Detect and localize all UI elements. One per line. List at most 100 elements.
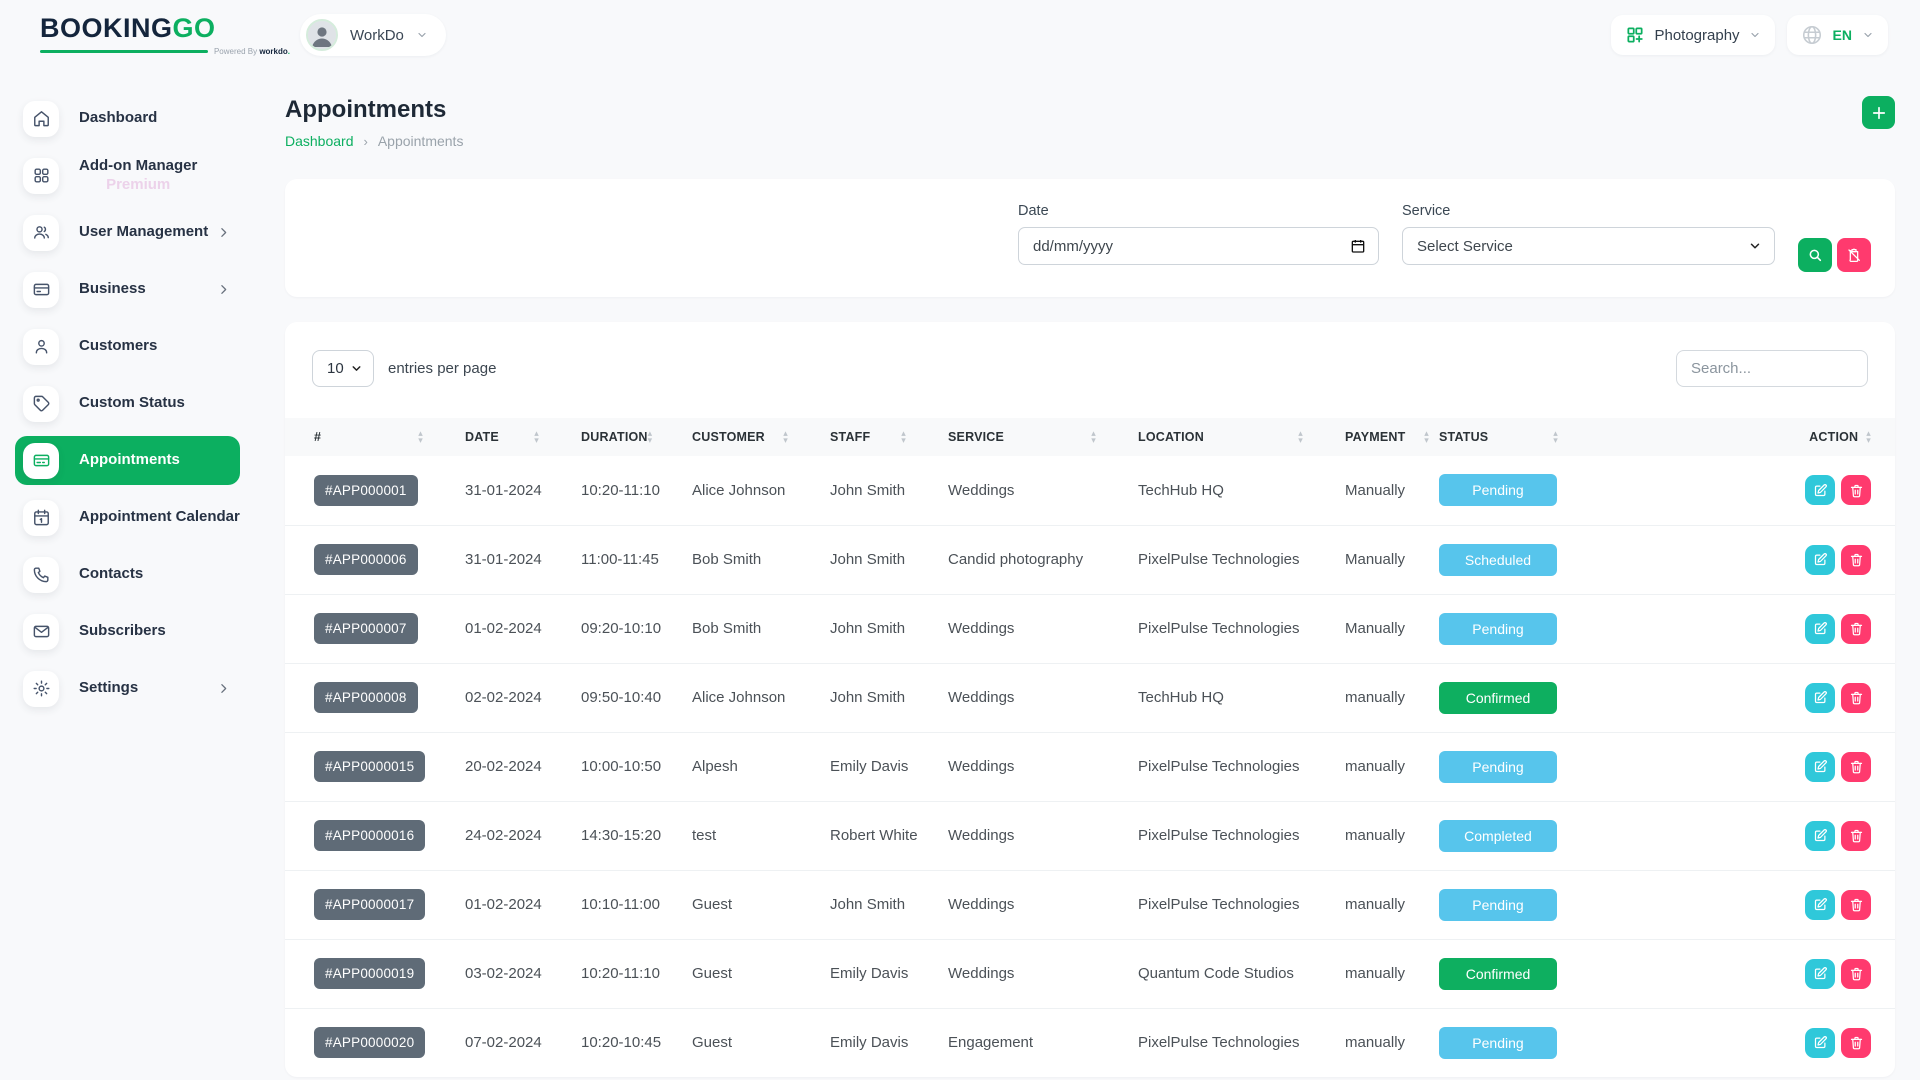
edit-appointment-button[interactable]	[1805, 890, 1835, 920]
sidebar-item-settings[interactable]: Settings	[0, 660, 285, 717]
add-appointment-button[interactable]	[1862, 96, 1895, 129]
sidebar-item-label: Add-on ManagerPremium	[79, 157, 197, 195]
status-badge: Completed	[1439, 820, 1557, 852]
delete-appointment-button[interactable]	[1841, 475, 1871, 505]
column-header-payment[interactable]: PAYMENT▴▾	[1345, 418, 1439, 456]
breadcrumb-dashboard-link[interactable]: Dashboard	[285, 133, 354, 149]
cell-customer: test	[692, 801, 830, 870]
cell-duration: 11:00-11:45	[581, 525, 692, 594]
brand-underline	[40, 50, 208, 53]
appointment-id-badge: #APP0000015	[314, 751, 425, 782]
apply-filter-button[interactable]	[1798, 238, 1832, 272]
edit-appointment-button[interactable]	[1805, 752, 1835, 782]
breadcrumb-separator: ›	[364, 134, 368, 149]
trash-icon	[1849, 828, 1864, 843]
cell-location: PixelPulse Technologies	[1138, 1008, 1345, 1077]
cell-date: 02-02-2024	[465, 663, 581, 732]
chevron-down-icon	[350, 362, 363, 375]
cell-location: PixelPulse Technologies	[1138, 870, 1345, 939]
sidebar-item-subscribers[interactable]: Subscribers	[0, 603, 285, 660]
chevron-down-icon	[1748, 239, 1762, 253]
sidebar-item-dashboard[interactable]: Dashboard	[0, 90, 285, 147]
table-row: #APP0000020 07-02-2024 10:20-10:45 Guest…	[285, 1008, 1895, 1077]
edit-pencil-icon	[1813, 621, 1828, 636]
language-switcher[interactable]: EN	[1787, 15, 1888, 55]
column-header-status[interactable]: STATUS▴▾	[1439, 418, 1600, 456]
edit-appointment-button[interactable]	[1805, 614, 1835, 644]
search-icon	[1807, 247, 1823, 263]
clear-filter-icon	[1846, 247, 1862, 263]
delete-appointment-button[interactable]	[1841, 890, 1871, 920]
edit-pencil-icon	[1813, 1035, 1828, 1050]
date-input[interactable]	[1033, 238, 1364, 255]
cell-payment: Manually	[1345, 594, 1439, 663]
edit-appointment-button[interactable]	[1805, 475, 1835, 505]
appointments-table: #▴▾DATE▴▾DURATION▴▾CUSTOMER▴▾STAFF▴▾SERV…	[285, 418, 1895, 1077]
sidebar-item-appointment-calendar[interactable]: Appointment Calendar	[0, 489, 285, 546]
main-content: Appointments Dashboard › Appointments Da…	[285, 70, 1920, 1080]
entries-per-page-value: 10	[327, 360, 344, 377]
delete-appointment-button[interactable]	[1841, 683, 1871, 713]
column-header-staff[interactable]: STAFF▴▾	[830, 418, 948, 456]
column-header-customer[interactable]: CUSTOMER▴▾	[692, 418, 830, 456]
column-header-date[interactable]: DATE▴▾	[465, 418, 581, 456]
service-select[interactable]: Select Service	[1402, 227, 1775, 265]
service-filter-label: Service	[1402, 203, 1775, 219]
sidebar-item-label: Dashboard	[79, 109, 157, 128]
sidebar-item-label: Contacts	[79, 565, 143, 584]
edit-appointment-button[interactable]	[1805, 821, 1835, 851]
column-label: DURATION	[581, 430, 648, 444]
column-header-duration[interactable]: DURATION▴▾	[581, 418, 692, 456]
sidebar-item-label: Appointments	[79, 451, 180, 470]
edit-appointment-button[interactable]	[1805, 545, 1835, 575]
delete-appointment-button[interactable]	[1841, 545, 1871, 575]
sidebar-item-customers[interactable]: Customers	[0, 318, 285, 375]
sidebar-item-custom-status[interactable]: Custom Status	[0, 375, 285, 432]
service-select-value: Select Service	[1417, 238, 1513, 255]
sidebar-item-business[interactable]: Business	[0, 261, 285, 318]
cell-location: Quantum Code Studios	[1138, 939, 1345, 1008]
sidebar-item-contacts[interactable]: Contacts	[0, 546, 285, 603]
status-badge: Confirmed	[1439, 682, 1557, 714]
workspace-switcher[interactable]: WorkDo	[300, 14, 446, 56]
delete-appointment-button[interactable]	[1841, 821, 1871, 851]
column-header-action[interactable]: ACTION▴▾	[1600, 418, 1895, 456]
date-filter-input[interactable]	[1018, 227, 1379, 265]
column-header-id[interactable]: #▴▾	[285, 418, 465, 456]
edit-pencil-icon	[1813, 759, 1828, 774]
table-search-input[interactable]	[1676, 350, 1868, 387]
cell-date: 24-02-2024	[465, 801, 581, 870]
chevron-down-icon	[1862, 29, 1874, 41]
cell-duration: 09:20-10:10	[581, 594, 692, 663]
cell-date: 01-02-2024	[465, 870, 581, 939]
appointment-id-badge: #APP000007	[314, 613, 418, 644]
table-row: #APP0000016 24-02-2024 14:30-15:20 test …	[285, 801, 1895, 870]
edit-appointment-button[interactable]	[1805, 1028, 1835, 1058]
delete-appointment-button[interactable]	[1841, 1028, 1871, 1058]
entries-per-page-label: entries per page	[388, 360, 496, 377]
sidebar-item-appointments[interactable]: Appointments	[0, 432, 285, 489]
delete-appointment-button[interactable]	[1841, 959, 1871, 989]
edit-pencil-icon	[1813, 828, 1828, 843]
brand-powered-by: Powered By workdo.	[214, 47, 290, 56]
column-header-location[interactable]: LOCATION▴▾	[1138, 418, 1345, 456]
chevron-down-icon	[1749, 29, 1761, 41]
cell-service: Weddings	[948, 663, 1138, 732]
module-switcher[interactable]: Photography	[1611, 15, 1774, 55]
cell-duration: 10:10-11:00	[581, 870, 692, 939]
credit-card-icon	[23, 272, 59, 308]
cell-location: TechHub HQ	[1138, 456, 1345, 525]
edit-appointment-button[interactable]	[1805, 959, 1835, 989]
entries-per-page-select[interactable]: 10	[312, 350, 374, 387]
delete-appointment-button[interactable]	[1841, 752, 1871, 782]
calendar-picker-icon[interactable]	[1350, 238, 1366, 254]
sidebar-item-add-on-manager[interactable]: Add-on ManagerPremium	[0, 147, 285, 204]
module-name: Photography	[1654, 27, 1739, 44]
sidebar-item-user-management[interactable]: User Management	[0, 204, 285, 261]
delete-appointment-button[interactable]	[1841, 614, 1871, 644]
chevron-right-icon	[217, 682, 230, 695]
reset-filter-button[interactable]	[1837, 238, 1871, 272]
edit-appointment-button[interactable]	[1805, 683, 1835, 713]
cell-date: 03-02-2024	[465, 939, 581, 1008]
column-header-service[interactable]: SERVICE▴▾	[948, 418, 1138, 456]
